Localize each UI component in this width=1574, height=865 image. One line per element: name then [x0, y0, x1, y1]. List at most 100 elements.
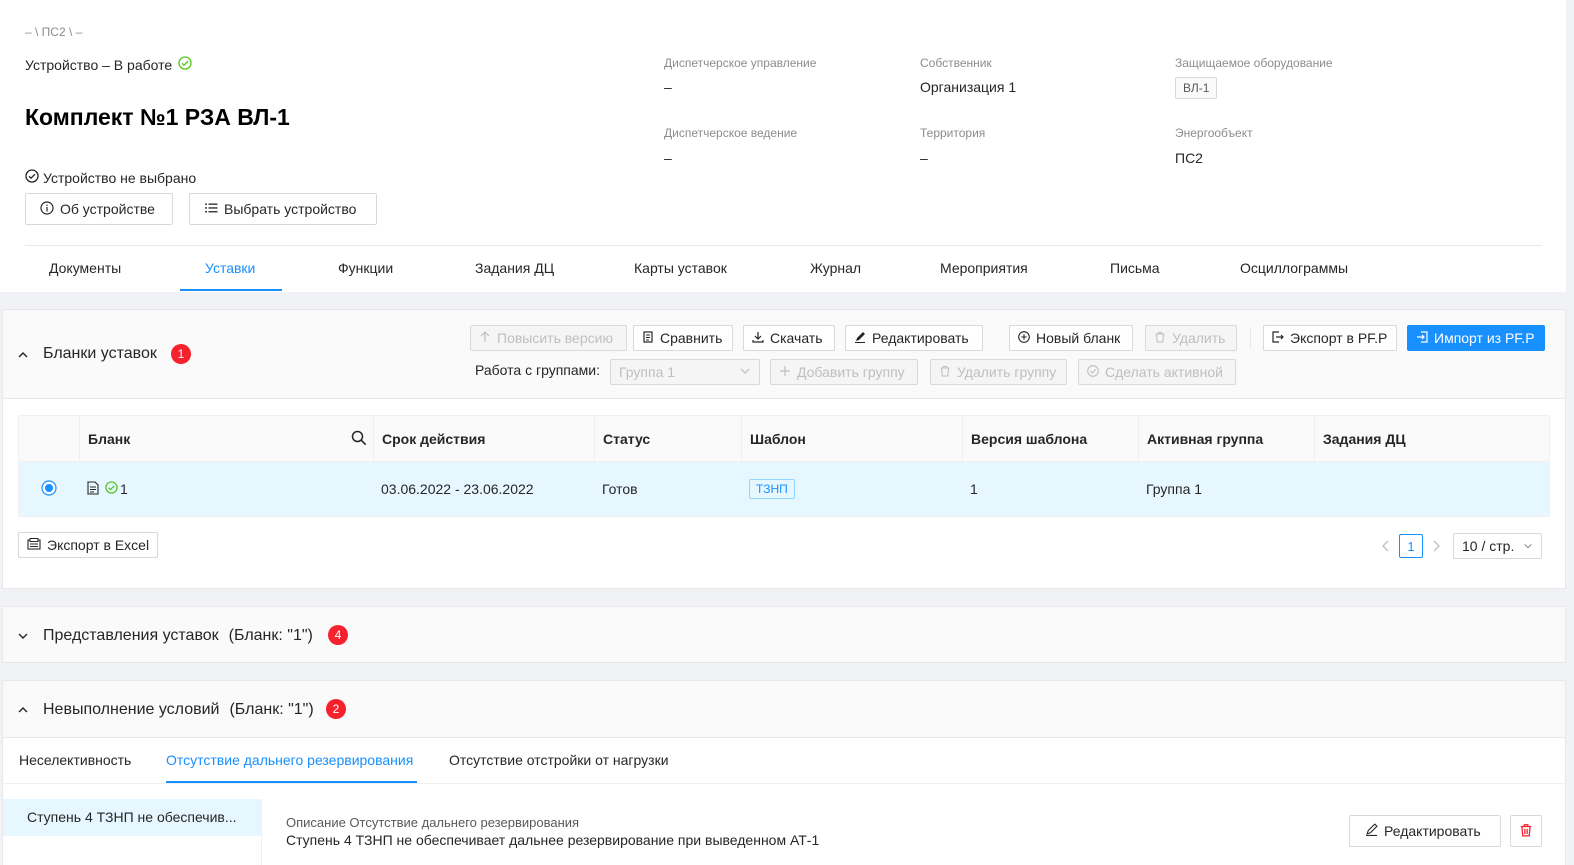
breadcrumb[interactable]: – \ ПС2 \ –	[25, 25, 82, 39]
groups-label: Работа с группами:	[475, 362, 600, 378]
row-radio[interactable]	[41, 479, 57, 499]
dispatch-lead-value: –	[664, 150, 672, 166]
edit-button[interactable]: Редактировать	[845, 325, 983, 351]
row-period: 03.06.2022 - 23.06.2022	[381, 481, 534, 497]
compare-label: Сравнить	[660, 330, 723, 346]
views-title[interactable]: Представления уставок (Бланк: "1")	[43, 627, 313, 645]
import-pfp-label: Импорт из PF.P	[1434, 330, 1535, 346]
page-number[interactable]: 1	[1399, 534, 1423, 558]
device-status: Устройство – В работе	[25, 56, 192, 73]
dispatch-lead-label: Диспетчерское ведение	[664, 126, 798, 140]
row-template-cell: ТЗНП	[741, 462, 962, 516]
tab-documents[interactable]: Документы	[49, 260, 121, 276]
tabs-divider	[3, 783, 1565, 784]
row-dc-tasks	[1314, 462, 1549, 516]
violation-list-item[interactable]: Ступень 4 ТЗНП не обеспечив...	[3, 799, 261, 836]
plus-icon	[779, 364, 791, 380]
edit-icon	[854, 330, 866, 346]
table-row[interactable]: 1 03.06.2022 - 23.06.2022 Готов ТЗНП 1 Г…	[19, 462, 1549, 516]
chevron-down-icon[interactable]	[17, 629, 29, 645]
column-header-blank-label: Бланк	[88, 431, 131, 447]
list-icon	[204, 201, 218, 218]
check-circle-outline-icon	[25, 169, 39, 186]
trash-icon	[1154, 330, 1166, 346]
check-circle-icon	[1087, 364, 1099, 380]
energy-object-value: ПС2	[1175, 150, 1203, 166]
trash-icon	[1519, 823, 1533, 840]
tab-setting-maps[interactable]: Карты уставок	[634, 260, 727, 276]
tab-no-remote-backup[interactable]: Отсутствие дальнего резервирования	[166, 752, 413, 768]
delete-group-button[interactable]: Удалить группу	[930, 359, 1067, 385]
download-button[interactable]: Скачать	[743, 325, 835, 351]
violation-delete-button[interactable]	[1510, 815, 1542, 847]
chevron-up-icon[interactable]	[17, 703, 29, 719]
make-active-label: Сделать активной	[1105, 364, 1223, 380]
raise-version-button[interactable]: Повысить версию	[470, 325, 627, 351]
check-circle-icon	[105, 481, 118, 497]
row-active-group: Группа 1	[1146, 481, 1203, 497]
tab-journal[interactable]: Журнал	[810, 260, 861, 276]
violations-title-text: Невыполнение условий	[43, 701, 220, 718]
edit-label: Редактировать	[872, 330, 969, 346]
violations-title[interactable]: Невыполнение условий (Бланк: "1")	[43, 701, 314, 719]
violation-edit-label: Редактировать	[1384, 823, 1481, 839]
table-header: Бланк Срок действия Статус Шаблон Версия…	[19, 416, 1549, 462]
tab-oscillograms[interactable]: Осциллограммы	[1240, 260, 1348, 276]
file-icon[interactable]	[87, 480, 99, 498]
blanks-title[interactable]: Бланки уставок	[43, 345, 157, 363]
row-status: Готов	[602, 481, 638, 497]
protected-equipment-tag[interactable]: ВЛ-1	[1175, 77, 1218, 99]
export-pfp-button[interactable]: Экспорт в PF.P	[1263, 325, 1397, 351]
description-text: Ступень 4 ТЗНП не обеспечивает дальнее р…	[286, 832, 820, 848]
device-status-text: Устройство – В работе	[25, 56, 173, 73]
tab-active-indicator	[180, 289, 282, 291]
tab-non-selectivity[interactable]: Неселективность	[19, 752, 131, 768]
export-excel-button[interactable]: Экспорт в Excel	[18, 532, 158, 558]
plus-circle-icon	[1018, 330, 1030, 346]
device-selected-text: Устройство не выбрано	[43, 169, 197, 186]
raise-version-label: Повысить версию	[497, 330, 613, 346]
divider	[25, 245, 1542, 246]
add-group-button[interactable]: Добавить группу	[770, 359, 918, 385]
choose-device-button[interactable]: Выбрать устройство	[189, 193, 377, 225]
search-icon[interactable]	[351, 430, 367, 449]
compare-button[interactable]: Сравнить	[633, 325, 733, 351]
page-size-select[interactable]: 10 / стр.	[1453, 533, 1542, 559]
import-pfp-button[interactable]: Импорт из PF.P	[1407, 325, 1545, 351]
views-count-badge: 4	[328, 625, 348, 645]
make-active-button[interactable]: Сделать активной	[1078, 359, 1236, 385]
new-blank-button[interactable]: Новый бланк	[1009, 325, 1133, 351]
add-group-label: Добавить группу	[797, 364, 905, 380]
column-header-template: Шаблон	[741, 416, 962, 462]
prev-page-icon[interactable]	[1381, 539, 1391, 555]
blanks-table: Бланк Срок действия Статус Шаблон Версия…	[18, 415, 1550, 517]
export-pfp-label: Экспорт в PF.P	[1290, 330, 1388, 346]
group-select-value: Группа 1	[619, 364, 676, 380]
tab-functions[interactable]: Функции	[338, 260, 393, 276]
chevron-down-icon	[739, 364, 751, 380]
tab-dc-tasks[interactable]: Задания ДЦ	[475, 260, 554, 276]
toolbar-separator	[1250, 327, 1251, 349]
column-header-template-version: Версия шаблона	[962, 416, 1138, 462]
views-section: Представления уставок (Бланк: "1") 4	[2, 606, 1566, 663]
column-header-status: Статус	[594, 416, 741, 462]
violations-section: Невыполнение условий (Бланк: "1") 2 Несе…	[2, 680, 1566, 865]
blanks-section: Бланки уставок 1 Повысить версию Сравнит…	[2, 309, 1566, 589]
violations-count-badge: 2	[326, 699, 346, 719]
tab-no-load-detuning[interactable]: Отсутствие отстройки от нагрузки	[449, 752, 669, 768]
about-device-button[interactable]: Об устройстве	[25, 193, 173, 225]
download-label: Скачать	[770, 330, 823, 346]
tab-letters[interactable]: Письма	[1110, 260, 1160, 276]
row-template-version: 1	[970, 481, 978, 497]
template-tag[interactable]: ТЗНП	[749, 479, 795, 499]
violation-edit-button[interactable]: Редактировать	[1349, 815, 1501, 847]
tab-settings[interactable]: Уставки	[205, 260, 255, 276]
arrow-up-icon	[479, 330, 491, 346]
chevron-up-icon[interactable]	[17, 348, 29, 364]
blanks-count-badge: 1	[171, 344, 191, 364]
delete-button[interactable]: Удалить	[1145, 325, 1237, 351]
group-select[interactable]: Группа 1	[610, 359, 760, 385]
tab-measures[interactable]: Мероприятия	[940, 260, 1028, 276]
device-selected-status: Устройство не выбрано	[25, 169, 196, 186]
next-page-icon[interactable]	[1431, 539, 1441, 555]
